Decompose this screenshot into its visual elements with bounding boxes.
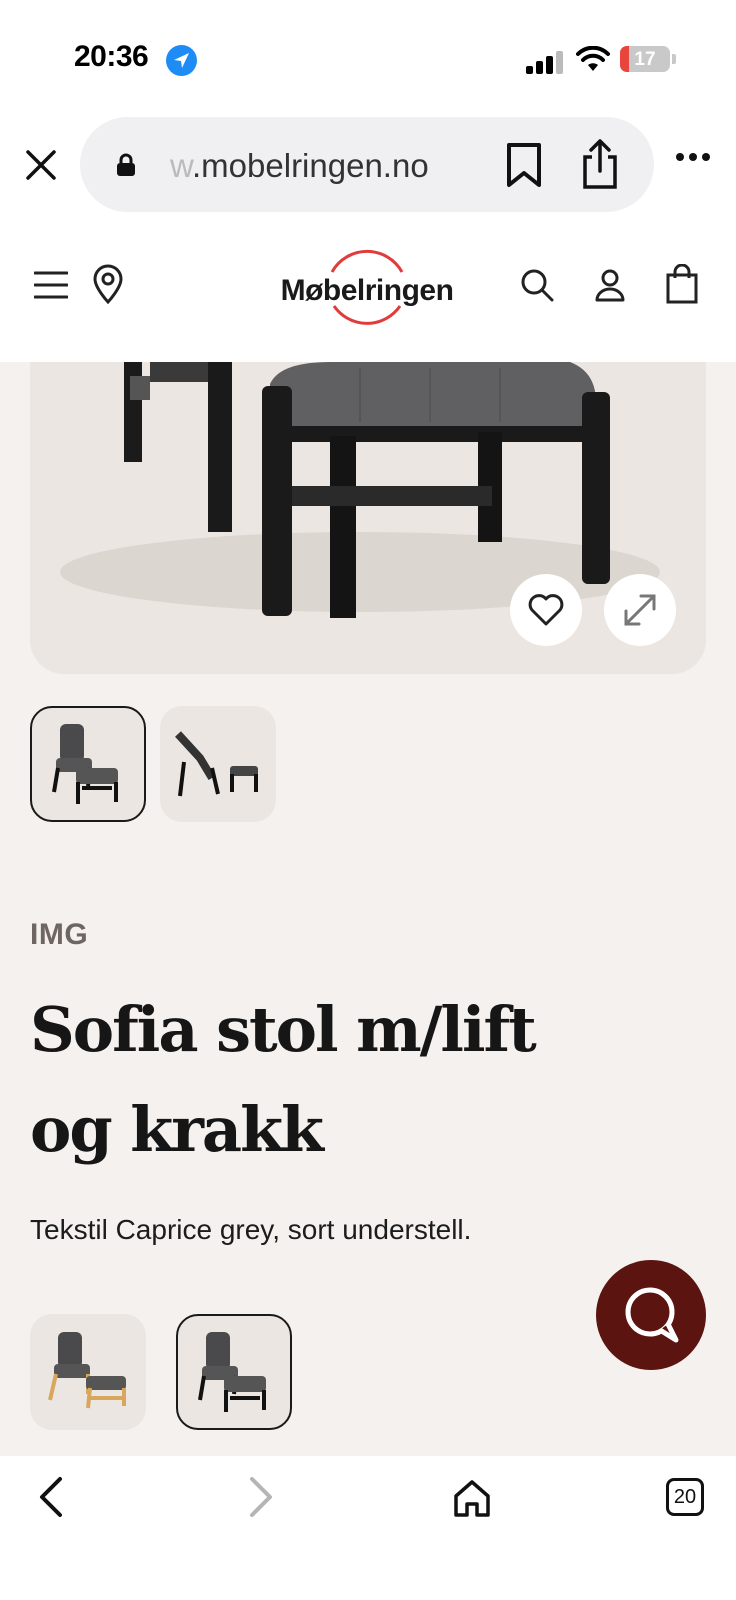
location-arrow-icon xyxy=(166,45,197,76)
logo-text: Møbelringen xyxy=(280,274,454,307)
shopping-bag-icon[interactable] xyxy=(666,264,698,304)
heart-icon xyxy=(528,594,564,626)
product-main-image[interactable] xyxy=(30,362,706,674)
chat-button[interactable] xyxy=(596,1260,706,1370)
battery-percent: 17 xyxy=(634,49,656,70)
chair-ottoman-image xyxy=(60,362,660,618)
variant-option-wood[interactable] xyxy=(30,1314,146,1430)
battery-indicator: 17 xyxy=(620,46,670,72)
product-brand[interactable]: IMG xyxy=(30,918,88,952)
variant-option-black[interactable] xyxy=(176,1314,292,1430)
status-bar: 20:36 17 xyxy=(0,0,736,112)
battery-tip xyxy=(672,54,676,64)
expand-image-button[interactable] xyxy=(604,574,676,646)
forward-arrow-icon[interactable] xyxy=(246,1476,276,1518)
search-icon[interactable] xyxy=(520,268,554,302)
lock-icon xyxy=(117,153,135,176)
home-icon[interactable] xyxy=(452,1478,492,1518)
tabs-icon[interactable]: 20 xyxy=(666,1478,704,1516)
user-icon[interactable] xyxy=(594,268,626,302)
back-arrow-icon[interactable] xyxy=(36,1476,66,1518)
url-text: w.mobelringen.no xyxy=(170,147,460,185)
product-description: Tekstil Caprice grey, sort understell. xyxy=(30,1214,472,1245)
expand-icon xyxy=(624,594,656,626)
status-time: 20:36 xyxy=(74,40,149,73)
browser-bottom-bar: 20 xyxy=(0,1456,736,1600)
share-icon[interactable] xyxy=(580,137,620,191)
site-header: Møbelringen xyxy=(0,224,736,362)
menu-icon[interactable] xyxy=(34,270,68,300)
gallery-thumbnail-1[interactable] xyxy=(30,706,146,822)
more-icon[interactable] xyxy=(676,152,710,162)
variant-black-image xyxy=(198,1332,266,1412)
favorite-button[interactable] xyxy=(510,574,582,646)
address-bar[interactable]: w.mobelringen.no xyxy=(80,117,654,212)
bookmark-icon[interactable] xyxy=(504,141,544,189)
close-icon[interactable] xyxy=(22,146,60,184)
thumbnail-chair-image xyxy=(52,724,118,804)
cellular-signal-icon xyxy=(526,50,566,74)
location-pin-icon[interactable] xyxy=(92,264,124,304)
wifi-icon xyxy=(576,46,610,71)
browser-toolbar: w.mobelringen.no xyxy=(0,112,736,224)
variant-wood-image xyxy=(48,1332,126,1409)
product-title: Sofia stol m/lift og krakk xyxy=(30,993,537,1166)
site-logo[interactable]: Møbelringen xyxy=(272,244,462,342)
thumbnail-chair-reclined-image xyxy=(175,731,258,797)
gallery-thumbnail-2[interactable] xyxy=(160,706,276,822)
url-domain: .mobelringen.no xyxy=(192,147,429,184)
chat-icon xyxy=(625,1287,679,1343)
url-faded-part: w xyxy=(170,147,193,184)
